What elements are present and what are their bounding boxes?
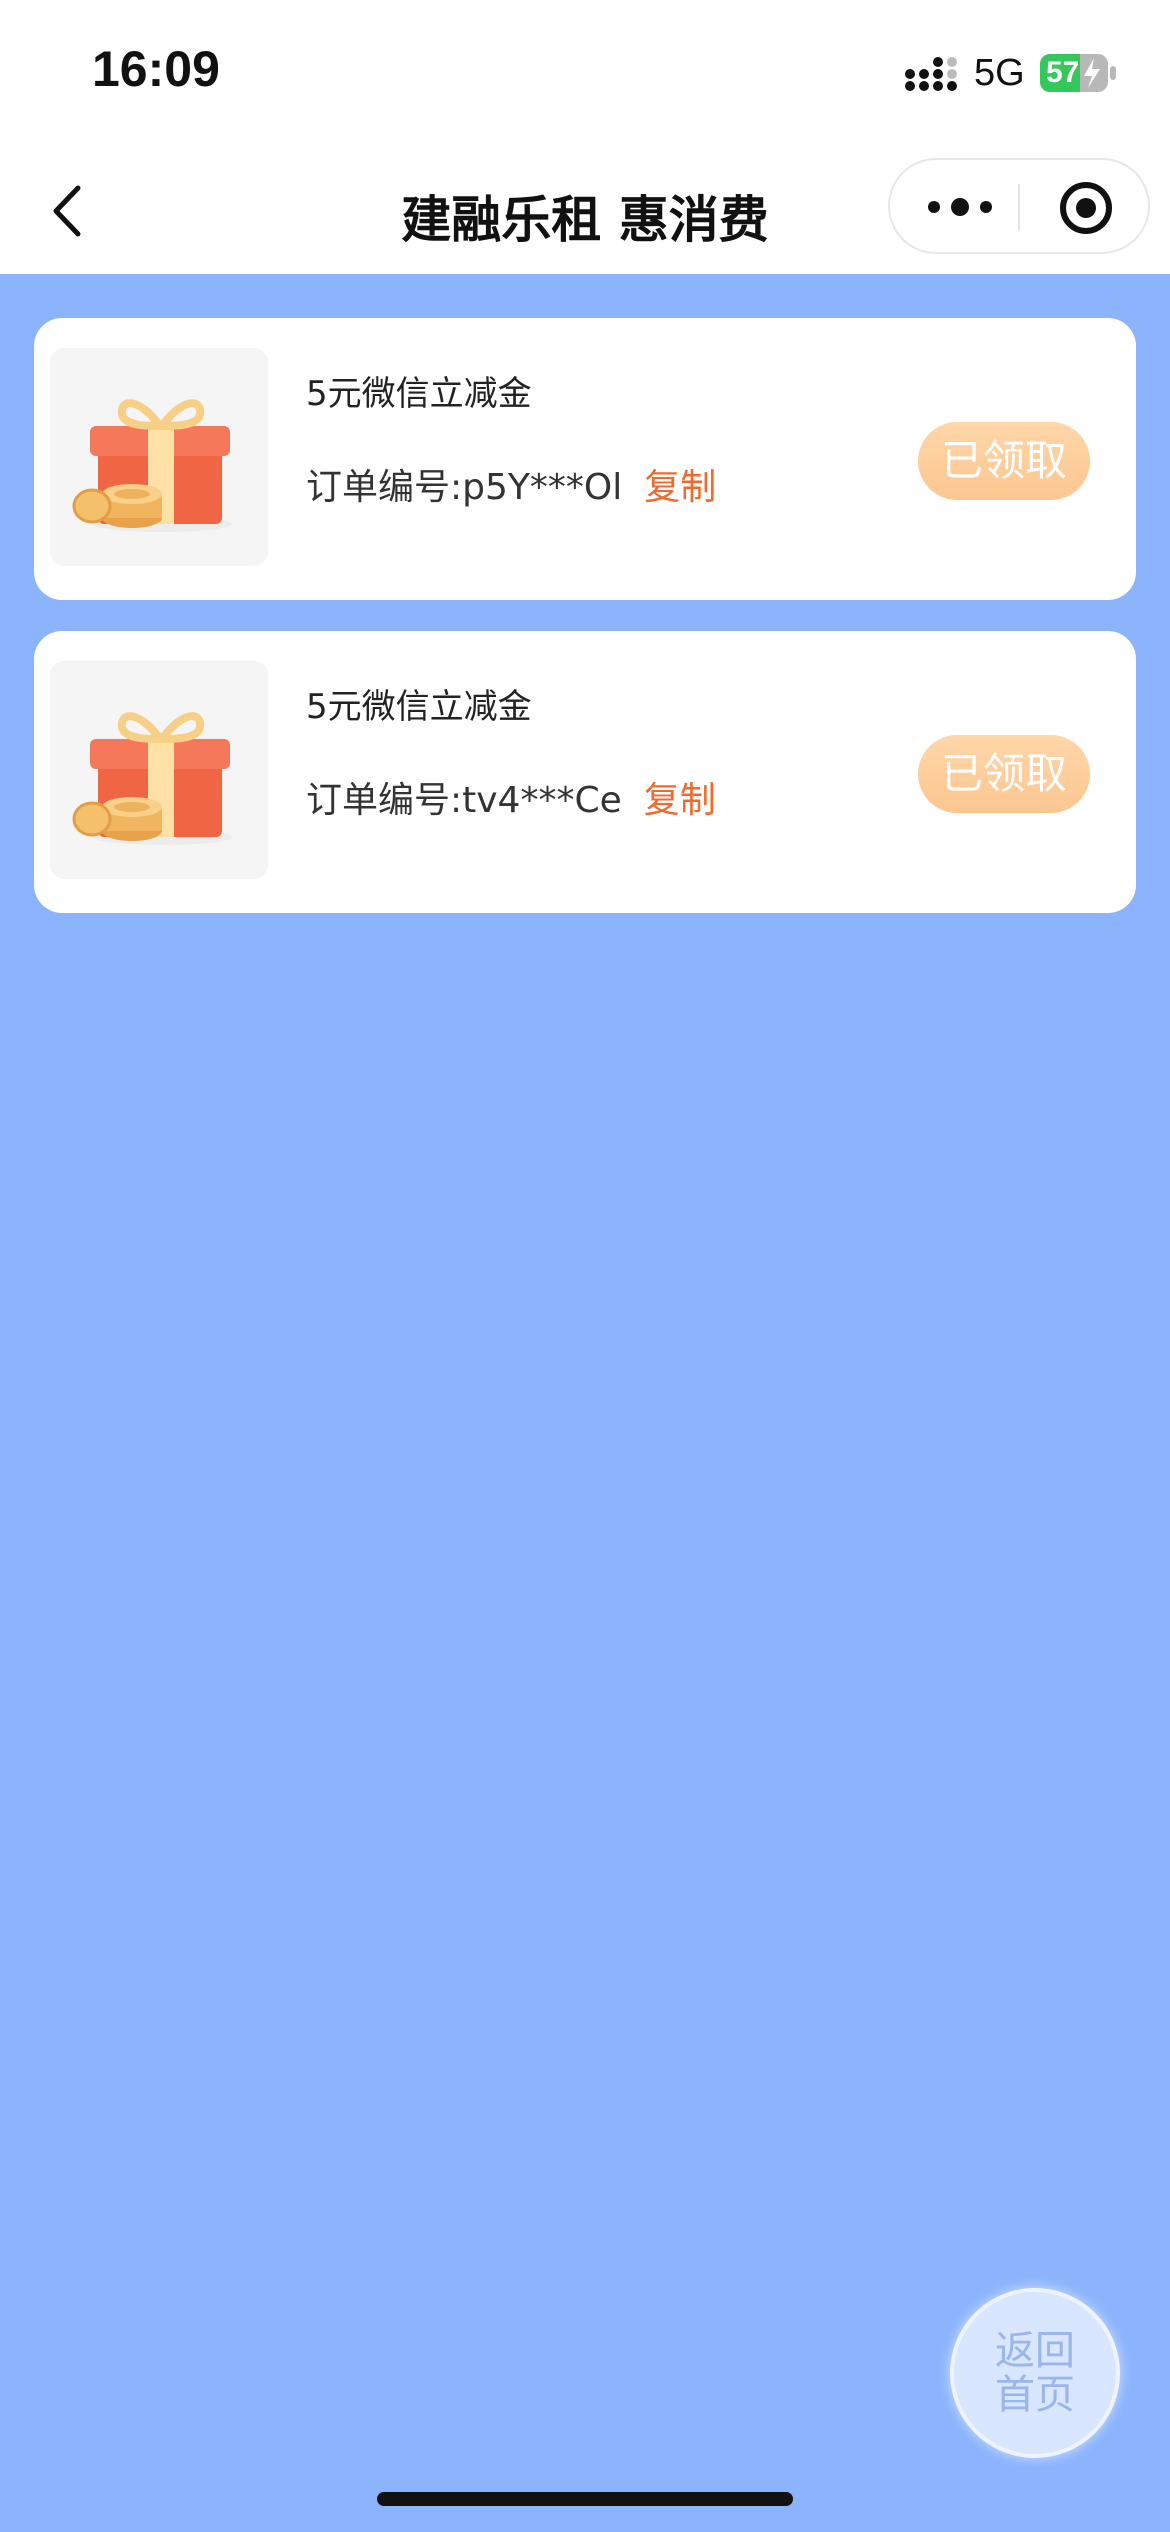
order-label: 订单编号: [306,467,463,508]
claimed-button[interactable]: 已领取 [918,735,1090,813]
capsule-divider [1018,184,1020,230]
coupon-title: 5元微信立减金 [306,374,532,414]
gift-box-icon [50,348,268,566]
more-dots-icon[interactable] [920,184,1000,230]
copy-button[interactable]: 复制 [644,467,716,508]
battery-level: 57 [1046,56,1080,89]
order-row: 订单编号:p5Y***Ol 复制 [306,458,716,510]
claimed-button[interactable]: 已领取 [918,422,1090,500]
coupon-card: 5元微信立减金 订单编号:p5Y***Ol 复制 已领取 [34,318,1136,600]
copy-button[interactable]: 复制 [644,780,716,821]
coupon-card: 5元微信立减金 订单编号:tv4***Ce 复制 已领取 [34,631,1136,913]
order-row: 订单编号:tv4***Ce 复制 [306,771,716,823]
return-home-button[interactable]: 返回首页 [950,2288,1120,2458]
gift-box-icon [50,661,268,879]
order-number: tv4***Ce [462,780,622,821]
order-label: 订单编号: [306,780,463,821]
close-target-icon[interactable] [1056,178,1116,238]
status-bar: 16:09 5G 57 [0,0,1170,150]
signal-icon [905,57,957,91]
coupon-title: 5元微信立减金 [306,687,532,727]
order-number: p5Y***Ol [462,467,623,508]
network-type: 5G [974,52,1025,94]
status-time: 16:09 [92,41,220,97]
home-indicator[interactable] [377,2492,793,2506]
miniapp-capsule [888,158,1150,254]
nav-bar: 建融乐租 惠消费 [0,150,1170,274]
